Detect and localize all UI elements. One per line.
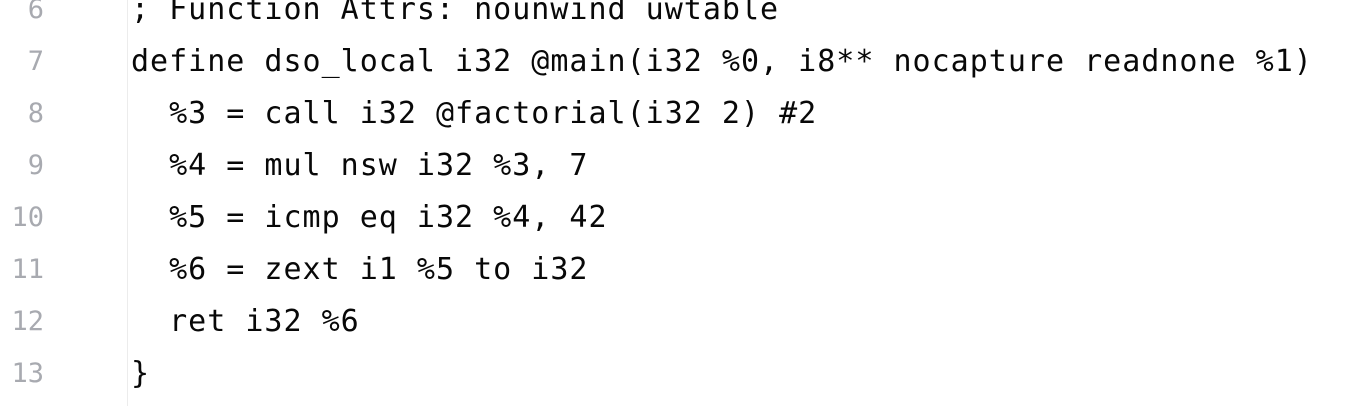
code-text[interactable]: %3 = call i32 @factorial(i32 2) #2: [131, 88, 817, 140]
line-number: 10: [11, 202, 44, 233]
code-text[interactable]: ; Function Attrs: nounwind uwtable: [131, 0, 779, 36]
code-text[interactable]: %4 = mul nsw i32 %3, 7: [131, 140, 588, 192]
code-editor[interactable]: 6 ; Function Attrs: nounwind uwtable 7 d…: [0, 0, 1366, 406]
code-line[interactable]: 13 }: [0, 356, 1366, 416]
line-number: 6: [27, 0, 44, 25]
code-text[interactable]: }: [131, 348, 150, 400]
line-number: 13: [11, 358, 44, 389]
code-text[interactable]: %6 = zext i1 %5 to i32: [131, 244, 588, 296]
code-text[interactable]: define dso_local i32 @main(i32 %0, i8** …: [131, 36, 1313, 88]
line-number: 9: [27, 150, 44, 181]
line-number: 8: [27, 98, 44, 129]
line-number: 12: [11, 306, 44, 337]
code-text[interactable]: %5 = icmp eq i32 %4, 42: [131, 192, 608, 244]
code-line[interactable]: 12 ret i32 %6: [0, 304, 1366, 364]
code-text[interactable]: ret i32 %6: [131, 296, 360, 348]
line-number: 7: [27, 46, 44, 77]
line-number: 11: [11, 254, 44, 285]
